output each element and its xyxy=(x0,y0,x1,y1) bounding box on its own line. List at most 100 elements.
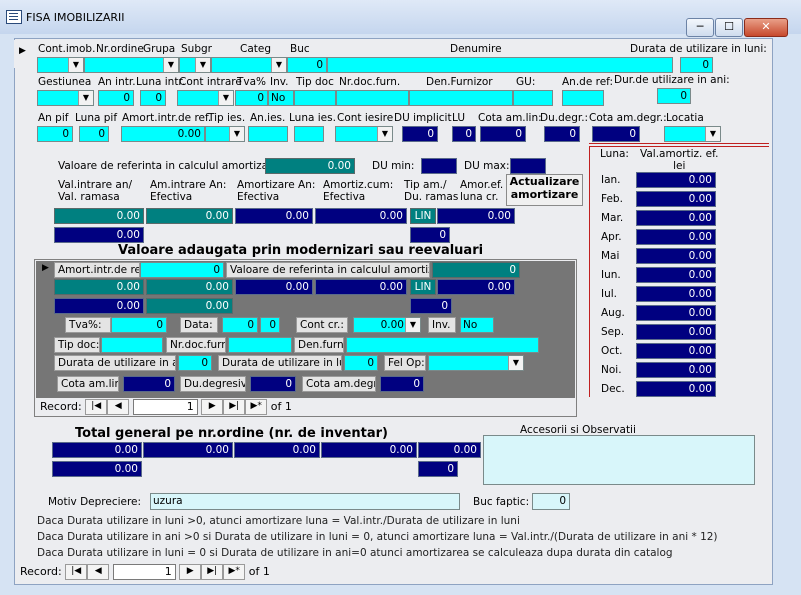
tip-doc-field[interactable] xyxy=(294,90,336,106)
motiv-depreciere-field[interactable]: uzura xyxy=(150,493,460,510)
m-fel-op-combo[interactable]: ▼ xyxy=(428,355,524,371)
total-amortiz-cum[interactable]: 0.00 xyxy=(321,442,417,458)
du-implicit-field[interactable]: 0 xyxy=(402,126,438,142)
total-am-intrare[interactable]: 0.00 xyxy=(143,442,233,458)
month-value[interactable]: 0.00 xyxy=(636,381,716,397)
m-amortiz-cum-field[interactable]: 0.00 xyxy=(315,279,407,295)
subgr-categ-combo[interactable]: ▼ xyxy=(211,57,287,73)
total-val-intrare[interactable]: 0.00 xyxy=(52,442,142,458)
durata-luni-field[interactable]: 0 xyxy=(680,57,713,73)
m-du-ramas-field[interactable]: 0 xyxy=(410,298,452,314)
m-amor-ef-field[interactable]: 0.00 xyxy=(437,279,515,295)
total-amor-ef[interactable]: 0.00 xyxy=(418,442,481,458)
month-value[interactable]: 0.00 xyxy=(636,343,716,359)
grupa-combo[interactable]: ▼ xyxy=(179,57,211,73)
du-min-field[interactable] xyxy=(421,158,457,174)
an-intr-field[interactable]: 0 xyxy=(98,90,134,106)
buc-field[interactable]: 0 xyxy=(287,57,327,73)
month-value[interactable]: 0.00 xyxy=(636,191,716,207)
nr-ordine-combo[interactable]: ▼ xyxy=(84,57,179,73)
den-furnizor-field[interactable] xyxy=(409,90,513,106)
month-value[interactable]: 0.00 xyxy=(636,324,716,340)
new-record-icon[interactable]: ▶* xyxy=(223,564,246,580)
valoare-referinta-field[interactable]: 0.00 xyxy=(265,158,355,174)
locatia-combo[interactable]: ▼ xyxy=(664,126,721,142)
inv-field[interactable]: No xyxy=(268,90,294,106)
m-tip-doc-field[interactable] xyxy=(101,337,163,353)
cont-intrare-combo[interactable]: ▼ xyxy=(177,90,234,106)
m-am-intrare-field[interactable]: 0.00 xyxy=(146,279,233,295)
an-pif-field[interactable]: 0 xyxy=(37,126,73,142)
denumire-field[interactable] xyxy=(327,57,673,73)
subform-next-record-icon[interactable]: ▶ xyxy=(201,399,224,415)
subform-first-record-icon[interactable]: |◀ xyxy=(85,399,108,415)
m-den-furn-field[interactable] xyxy=(346,337,539,353)
amortiz-cum-field[interactable]: 0.00 xyxy=(315,208,407,224)
m-amort-intr-field[interactable]: 0 xyxy=(140,262,224,278)
m-tip-am-field[interactable]: LIN xyxy=(410,279,436,295)
month-value[interactable]: 0.00 xyxy=(636,172,716,188)
month-value[interactable]: 0.00 xyxy=(636,229,716,245)
close-button[interactable]: ✕ xyxy=(744,18,788,37)
tip-ies-combo[interactable]: ▼ xyxy=(205,126,245,142)
total-du-ramas[interactable]: 0 xyxy=(418,461,458,477)
m-val-ramasa-field[interactable]: 0.00 xyxy=(54,298,144,314)
du-degr-field[interactable]: 0 xyxy=(544,126,580,142)
m-durata-luni-field[interactable]: 0 xyxy=(344,355,378,371)
amort-intr-field[interactable]: 0.00 xyxy=(121,126,205,142)
cota-am-degr-field[interactable]: 0 xyxy=(592,126,640,142)
lu-field[interactable]: 0 xyxy=(452,126,476,142)
m-val-intrare-field[interactable]: 0.00 xyxy=(54,279,144,295)
accesorii-observatii-field[interactable] xyxy=(483,435,755,485)
first-record-icon[interactable]: |◀ xyxy=(65,564,88,580)
month-value[interactable]: 0.00 xyxy=(636,305,716,321)
an-de-ref-field[interactable] xyxy=(562,90,604,106)
m-amortizare-an-field[interactable]: 0.00 xyxy=(235,279,313,295)
month-value[interactable]: 0.00 xyxy=(636,267,716,283)
gestiunea-combo[interactable]: ▼ xyxy=(37,90,94,106)
last-record-icon[interactable]: ▶| xyxy=(201,564,224,580)
total-amortizare-an[interactable]: 0.00 xyxy=(234,442,320,458)
month-value[interactable]: 0.00 xyxy=(636,210,716,226)
subform-prev-record-icon[interactable]: ◀ xyxy=(107,399,130,415)
m-data-field-1[interactable]: 0 xyxy=(222,317,258,333)
m-cont-cr-combo[interactable]: 0.00 ▼ xyxy=(353,317,421,333)
m-valoare-ref-field[interactable]: 0 xyxy=(432,262,520,278)
m-data-field-2[interactable]: 0 xyxy=(260,317,280,333)
m-am-ramas-field[interactable]: 0.00 xyxy=(146,298,233,314)
total-val-ramasa[interactable]: 0.00 xyxy=(52,461,142,477)
durata-ani-field[interactable]: 0 xyxy=(657,88,691,104)
du-ramas-field[interactable]: 0 xyxy=(410,227,450,243)
subform-record-number[interactable]: 1 xyxy=(132,399,198,415)
maximize-button[interactable]: ☐ xyxy=(715,18,743,37)
tip-am-field[interactable]: LIN xyxy=(410,208,436,224)
m-tva-field[interactable]: 0 xyxy=(111,317,167,333)
amor-ef-field[interactable]: 0.00 xyxy=(437,208,515,224)
gu-field[interactable] xyxy=(513,90,553,106)
an-ies-field[interactable] xyxy=(248,126,288,142)
cota-am-lin-field[interactable]: 0 xyxy=(480,126,526,142)
m-cota-degr-field[interactable]: 0 xyxy=(380,376,424,392)
luna-pif-field[interactable]: 0 xyxy=(79,126,109,142)
subform-last-record-icon[interactable]: ▶| xyxy=(223,399,246,415)
prev-record-icon[interactable]: ◀ xyxy=(87,564,110,580)
luna-ies-field[interactable] xyxy=(294,126,324,142)
cont-imob-combo[interactable]: ▼ xyxy=(37,57,84,73)
m-durata-ani-field[interactable]: 0 xyxy=(178,355,212,371)
amortizare-an-field[interactable]: 0.00 xyxy=(235,208,313,224)
month-value[interactable]: 0.00 xyxy=(636,286,716,302)
nr-doc-furn-field[interactable] xyxy=(336,90,409,106)
subform-selector-icon[interactable]: ▶ xyxy=(42,263,49,273)
cont-iesire-combo[interactable]: ▼ xyxy=(335,126,393,142)
record-number[interactable]: 1 xyxy=(112,564,176,580)
m-nr-doc-furn-field[interactable] xyxy=(228,337,292,353)
val-intrare-field[interactable]: 0.00 xyxy=(54,208,144,224)
month-value[interactable]: 0.00 xyxy=(636,362,716,378)
next-record-icon[interactable]: ▶ xyxy=(179,564,202,580)
am-intrare-field[interactable]: 0.00 xyxy=(146,208,233,224)
m-du-degresiv-field[interactable]: 0 xyxy=(250,376,296,392)
minimize-button[interactable]: ─ xyxy=(686,18,714,37)
m-cota-lin-field[interactable]: 0 xyxy=(123,376,175,392)
buc-faptic-field[interactable]: 0 xyxy=(532,493,570,510)
luna-intr-field[interactable]: 0 xyxy=(140,90,166,106)
